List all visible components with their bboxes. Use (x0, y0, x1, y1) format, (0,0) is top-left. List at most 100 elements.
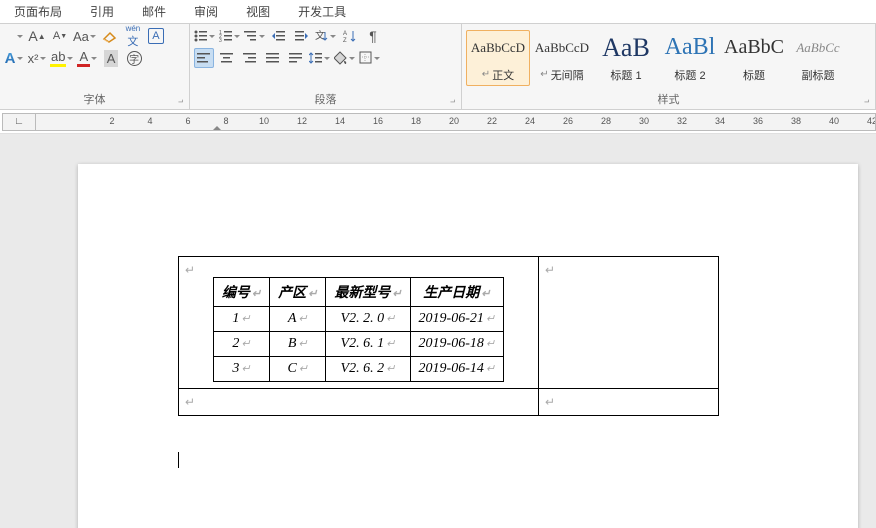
borders-icon (359, 51, 373, 65)
ribbon-tabs: 页面布局 引用 邮件 审阅 视图 开发工具 (0, 0, 876, 24)
col-header[interactable]: 产区↵ (270, 278, 326, 307)
table-cell[interactable]: 1↵ (213, 307, 269, 332)
ruler-tick: 10 (259, 116, 269, 126)
shrink-font-button[interactable]: A▼ (50, 26, 70, 46)
ruler-tick: 26 (563, 116, 573, 126)
style-thumb: AaBbC (724, 33, 784, 63)
table-cell[interactable]: 3↵ (213, 357, 269, 382)
sort-icon: AZ (343, 29, 357, 43)
change-case-button[interactable]: Aa (73, 26, 97, 46)
tab-review[interactable]: 审阅 (180, 0, 232, 23)
style-name: ↵正文 (482, 67, 514, 83)
indent-icon (295, 30, 309, 42)
table-cell[interactable]: V2. 6. 1↵ (326, 332, 410, 357)
first-line-indent-marker[interactable] (212, 121, 222, 131)
style-item-4[interactable]: AaBbC 标题 (722, 30, 786, 86)
align-justify-button[interactable] (263, 48, 283, 68)
shading-button[interactable] (334, 48, 356, 68)
text-direction-button[interactable]: 文 (315, 26, 337, 46)
decrease-indent-button[interactable] (269, 26, 289, 46)
tab-references[interactable]: 引用 (76, 0, 128, 23)
borders-button[interactable] (359, 48, 381, 68)
table-cell[interactable]: 2↵ (213, 332, 269, 357)
table-row[interactable]: 1↵A↵V2. 2. 0↵2019-06-21↵ (213, 307, 503, 332)
table-cell[interactable]: A↵ (270, 307, 326, 332)
table-cell[interactable]: 2019-06-18↵ (410, 332, 504, 357)
ruler-tick: 8 (223, 116, 228, 126)
ruler-tick: 34 (715, 116, 725, 126)
font-size-dropdown[interactable] (4, 26, 24, 46)
bullets-button[interactable] (194, 26, 216, 46)
table-cell[interactable]: 2019-06-21↵ (410, 307, 504, 332)
align-left-icon (197, 52, 211, 64)
style-item-3[interactable]: AaBl标题 2 (658, 30, 722, 86)
tab-view[interactable]: 视图 (232, 0, 284, 23)
font-color-button[interactable]: A (77, 48, 98, 68)
align-justify-icon (266, 52, 280, 64)
ruler-tick: 40 (829, 116, 839, 126)
tab-devtools[interactable]: 开发工具 (284, 0, 360, 23)
table-cell[interactable]: 2019-06-14↵ (410, 357, 504, 382)
enclose-char-button[interactable]: 字 (124, 48, 144, 68)
align-center-button[interactable] (217, 48, 237, 68)
highlight-button[interactable]: ab (50, 48, 74, 68)
svg-text:3: 3 (219, 38, 222, 42)
increase-indent-button[interactable] (292, 26, 312, 46)
table-cell[interactable]: V2. 2. 0↵ (326, 307, 410, 332)
align-left-button[interactable] (194, 48, 214, 68)
grow-font-button[interactable]: A▲ (27, 26, 47, 46)
superscript-button[interactable]: x² (27, 48, 47, 68)
bullets-icon (194, 30, 208, 42)
shading-icon (334, 51, 348, 65)
style-item-1[interactable]: AaBbCcD↵无间隔 (530, 30, 594, 86)
ruler-area: ∟ 24681012141618202224262830323436384042 (0, 110, 876, 134)
col-header[interactable]: 生产日期↵ (410, 278, 504, 307)
align-right-button[interactable] (240, 48, 260, 68)
page[interactable]: ↵ 编号↵产区↵最新型号↵生产日期↵ 1↵A↵V2. 2. 0↵2019-06-… (78, 164, 858, 528)
style-item-0[interactable]: AaBbCcD↵正文 (466, 30, 530, 86)
table-row[interactable]: 2↵B↵V2. 6. 1↵2019-06-18↵ (213, 332, 503, 357)
horizontal-ruler[interactable]: 24681012141618202224262830323436384042 (36, 113, 876, 131)
text-effects-button[interactable]: A (4, 48, 24, 68)
char-border-button[interactable]: A (146, 26, 166, 46)
tab-mail[interactable]: 邮件 (128, 0, 180, 23)
outer-table[interactable]: ↵ 编号↵产区↵最新型号↵生产日期↵ 1↵A↵V2. 2. 0↵2019-06-… (178, 256, 719, 416)
tab-selector[interactable]: ∟ (2, 113, 36, 131)
char-shading-button[interactable]: A (101, 48, 121, 68)
style-item-2[interactable]: AaB标题 1 (594, 30, 658, 86)
table-cell[interactable]: B↵ (270, 332, 326, 357)
style-name: 副标题 (802, 67, 835, 83)
align-distribute-button[interactable] (286, 48, 306, 68)
ruler-tick: 28 (601, 116, 611, 126)
svg-text:A: A (343, 31, 347, 37)
style-item-5[interactable]: AaBbCc副标题 (786, 30, 850, 86)
group-paragraph-label[interactable]: 段落 (194, 89, 457, 109)
tab-layout[interactable]: 页面布局 (0, 0, 76, 23)
table-cell[interactable]: C↵ (270, 357, 326, 382)
paragraph-mark-icon: ↵ (545, 395, 555, 409)
phonetic-guide-button[interactable]: wén文 (123, 26, 143, 46)
clear-format-button[interactable] (100, 26, 120, 46)
numbering-button[interactable]: 123 (219, 26, 241, 46)
sort-button[interactable]: AZ (340, 26, 360, 46)
paragraph-mark-icon: ↵ (545, 263, 555, 277)
group-styles-label[interactable]: 样式 (466, 89, 871, 109)
style-name: 标题 2 (674, 67, 705, 83)
table-cell[interactable]: V2. 6. 2↵ (326, 357, 410, 382)
multilevel-button[interactable] (244, 26, 266, 46)
col-header[interactable]: 编号↵ (213, 278, 269, 307)
col-header[interactable]: 最新型号↵ (326, 278, 410, 307)
table-row[interactable]: 3↵C↵V2. 6. 2↵2019-06-14↵ (213, 357, 503, 382)
ruler-tick: 18 (411, 116, 421, 126)
group-font-label[interactable]: 字体 (4, 89, 185, 109)
line-spacing-button[interactable] (309, 48, 331, 68)
document-canvas: ↵ 编号↵产区↵最新型号↵生产日期↵ 1↵A↵V2. 2. 0↵2019-06-… (0, 134, 876, 528)
style-name: 标题 (743, 67, 765, 83)
numbering-icon: 123 (219, 30, 233, 42)
align-right-icon (243, 52, 257, 64)
show-marks-button[interactable]: ¶ (363, 26, 383, 46)
style-name: 标题 1 (610, 67, 641, 83)
text-cursor (178, 452, 179, 468)
ruler-tick: 24 (525, 116, 535, 126)
inner-data-table[interactable]: 编号↵产区↵最新型号↵生产日期↵ 1↵A↵V2. 2. 0↵2019-06-21… (213, 277, 504, 382)
